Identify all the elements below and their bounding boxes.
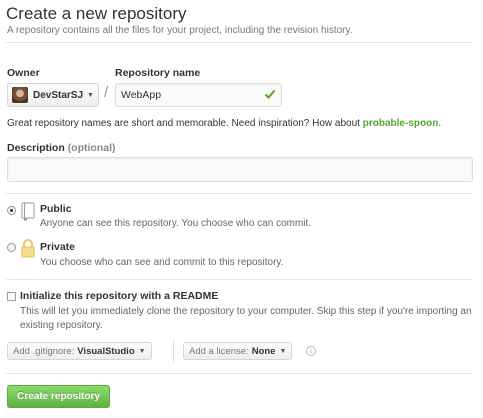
description-label-text: Description: [7, 142, 65, 154]
readme-checkbox[interactable]: [7, 292, 16, 301]
caret-down-icon: ▼: [138, 347, 146, 355]
private-option-title: Private: [40, 241, 76, 253]
public-option-description: Anyone can see this repository. You choo…: [40, 218, 312, 229]
description-input[interactable]: [7, 157, 473, 182]
hint-text: Great repository names are short and mem…: [7, 118, 363, 129]
readme-description: This will let you immediately clone the …: [20, 306, 472, 331]
readme-title: Initialize this repository with a README: [20, 290, 219, 302]
divider-options: [6, 373, 472, 374]
lock-icon: [21, 239, 35, 258]
page-subtitle: A repository contains all the files for …: [7, 25, 353, 36]
repository-name-hint: Great repository names are short and mem…: [7, 118, 441, 129]
license-prefix: Add a license:: [189, 345, 249, 357]
page-title: Create a new repository: [6, 4, 187, 23]
hint-end: .: [438, 118, 442, 129]
caret-down-icon: ▼: [279, 347, 287, 355]
repository-name-input[interactable]: [115, 83, 282, 107]
public-radio[interactable]: [7, 206, 16, 215]
repository-name-label: Repository name: [115, 67, 201, 79]
divider-description: [6, 193, 472, 194]
license-value: None: [251, 345, 276, 357]
info-icon[interactable]: i: [306, 346, 316, 356]
owner-label: Owner: [7, 67, 40, 79]
license-select[interactable]: Add a license: None ▼: [183, 342, 293, 360]
gitignore-prefix: Add .gitignore:: [13, 345, 75, 357]
gitignore-select[interactable]: Add .gitignore: VisualStudio ▼: [7, 342, 152, 360]
name-suggestion-link[interactable]: probable-spoon: [363, 118, 439, 129]
owner-name: DevStarSJ: [33, 89, 84, 101]
private-option-description: You choose who can see and commit to thi…: [40, 257, 284, 268]
check-icon: [264, 89, 276, 99]
avatar: [12, 87, 28, 103]
select-separator: [173, 340, 174, 362]
owner-repo-separator: /: [104, 84, 109, 101]
description-label: Description (optional): [7, 142, 116, 154]
divider-visibility: [6, 279, 472, 280]
caret-down-icon: ▼: [87, 91, 94, 99]
public-option-title: Public: [40, 203, 72, 215]
repo-book-icon: [21, 202, 35, 221]
header-divider: [6, 42, 472, 43]
owner-select[interactable]: DevStarSJ ▼: [7, 83, 99, 107]
private-radio[interactable]: [7, 243, 16, 252]
description-optional: (optional): [67, 142, 116, 154]
new-repository-form: Create a new repository A repository con…: [0, 0, 483, 418]
create-repository-button[interactable]: Create repository: [7, 385, 110, 408]
gitignore-value: VisualStudio: [77, 345, 135, 357]
